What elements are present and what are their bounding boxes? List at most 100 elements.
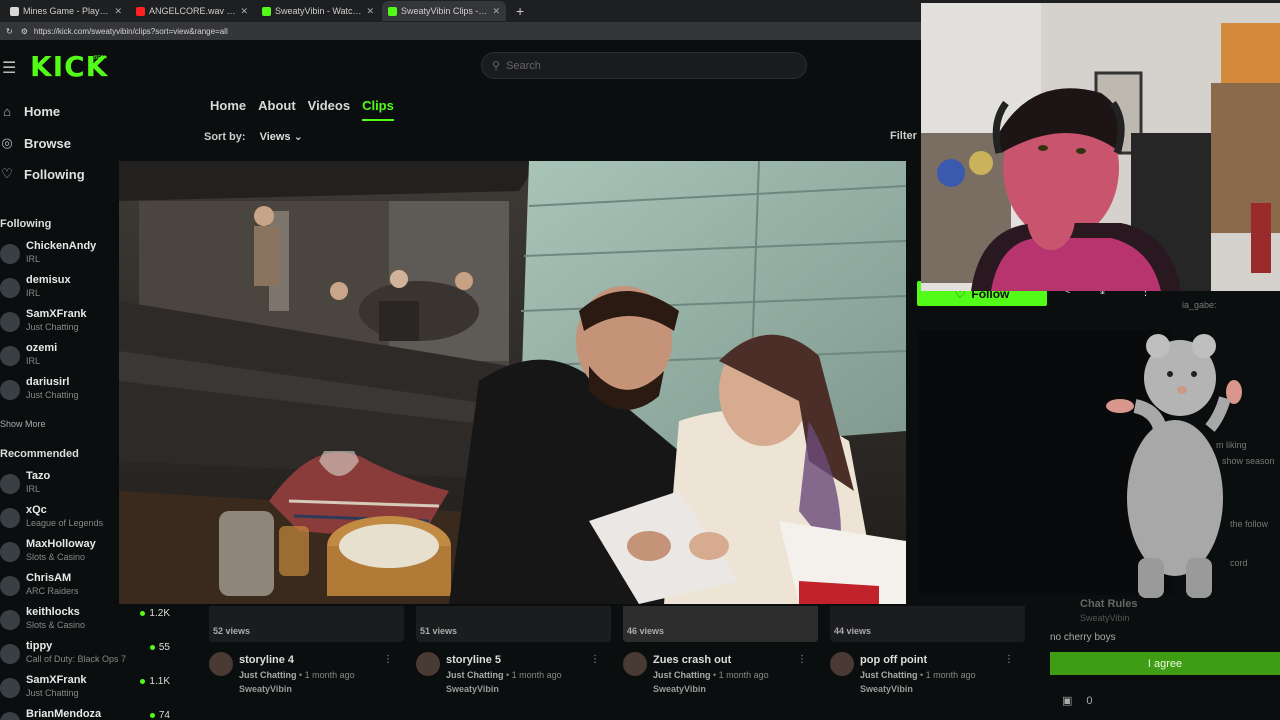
sidebar-item-following[interactable]: ♡ Following bbox=[0, 166, 84, 182]
avatar bbox=[0, 576, 20, 596]
webcam-frame bbox=[921, 3, 1280, 291]
search-input[interactable]: ⚲ Search bbox=[481, 52, 807, 79]
viewer-count: 55 bbox=[149, 642, 170, 653]
tab-title: SweatyVibin Clips - Watch Liv bbox=[401, 6, 489, 16]
tab-close-icon[interactable]: ✕ bbox=[366, 6, 374, 17]
channel-name: keithlocks bbox=[26, 606, 80, 618]
channel-item[interactable]: tippy Call of Duty: Black Ops 7 55 bbox=[0, 640, 180, 670]
sidebar-item-browse[interactable]: ◎ Browse bbox=[0, 135, 71, 151]
chevron-down-icon: ⌄ bbox=[293, 131, 303, 143]
video-player[interactable] bbox=[119, 161, 906, 604]
clip-thumbnail[interactable] bbox=[209, 606, 404, 642]
more-options-icon[interactable]: ⋮ bbox=[590, 654, 600, 665]
clip-thumbnail[interactable] bbox=[830, 606, 1025, 642]
clip-category: Just Chatting bbox=[446, 670, 504, 680]
clip-title[interactable]: pop off point bbox=[860, 654, 927, 666]
channel-category: IRL bbox=[26, 254, 41, 264]
avatar bbox=[0, 346, 20, 366]
clip-card[interactable]: 52 views storyline 4 Just Chatting • 1 m… bbox=[209, 606, 409, 716]
tab-clips[interactable]: Clips bbox=[362, 98, 394, 121]
clip-views: 46 views bbox=[627, 626, 665, 636]
clip-author[interactable]: SweatyVibin bbox=[239, 684, 292, 694]
avatar[interactable] bbox=[830, 652, 854, 676]
clip-category: Just Chatting bbox=[653, 670, 711, 680]
avatar bbox=[0, 508, 20, 528]
avatar bbox=[0, 678, 20, 698]
clip-age: 1 month ago bbox=[304, 670, 355, 680]
chat-fragment: ia_gabe: bbox=[1182, 300, 1217, 310]
browser-tab[interactable]: SweatyVibin - Watch the VOD on ✕ bbox=[256, 1, 380, 21]
omnibox[interactable]: ⚙ https://kick.com/sweatyvibin/clips?sor… bbox=[21, 27, 228, 36]
tab-title: SweatyVibin - Watch the VOD on bbox=[275, 6, 363, 16]
live-dot-icon bbox=[149, 713, 155, 718]
avatar[interactable] bbox=[623, 652, 647, 676]
filter-button[interactable]: Filter bbox=[890, 130, 917, 142]
clip-card[interactable]: 44 views pop off point Just Chatting • 1… bbox=[830, 606, 1030, 716]
channel-tabs: Home About Videos Clips bbox=[210, 98, 394, 121]
sort-value: Views bbox=[259, 131, 291, 143]
clip-meta: Just Chatting • 1 month ago bbox=[446, 670, 562, 680]
clip-author[interactable]: SweatyVibin bbox=[446, 684, 499, 694]
channel-name: SamXFrank bbox=[26, 308, 87, 320]
channel-item[interactable]: SamXFrank Just Chatting 1.1K bbox=[0, 674, 180, 704]
channel-item[interactable]: BrianMendoza 74 bbox=[0, 708, 180, 720]
clip-title[interactable]: storyline 4 bbox=[239, 654, 294, 666]
tab-close-icon[interactable]: ✕ bbox=[240, 6, 248, 17]
clip-thumbnail[interactable] bbox=[623, 606, 818, 642]
avatar bbox=[0, 474, 20, 494]
channel-name: xQc bbox=[26, 504, 47, 516]
tab-close-icon[interactable]: ✕ bbox=[492, 6, 500, 17]
sort-dropdown[interactable]: Views ⌄ bbox=[260, 130, 303, 143]
tab-videos[interactable]: Videos bbox=[308, 98, 350, 121]
avatar bbox=[0, 312, 20, 332]
tab-close-icon[interactable]: ✕ bbox=[114, 6, 122, 17]
tab-home[interactable]: Home bbox=[210, 98, 246, 121]
agree-button[interactable]: I agree bbox=[1050, 652, 1280, 675]
browser-tab[interactable]: Mines Game - Play Free Social Ca ✕ bbox=[4, 1, 128, 21]
browser-tab[interactable]: ANGELCORE.wav // playlist (vol.1) ✕ bbox=[130, 1, 254, 21]
gift-icon[interactable]: ▣ bbox=[1062, 694, 1072, 707]
clip-card[interactable]: 51 views storyline 5 Just Chatting • 1 m… bbox=[416, 606, 616, 716]
show-more-link[interactable]: Show More bbox=[0, 419, 46, 429]
logo-badge: BETA bbox=[94, 55, 107, 61]
search-placeholder: Search bbox=[506, 59, 541, 72]
channel-category: Just Chatting bbox=[26, 322, 79, 332]
browser-tab-active[interactable]: SweatyVibin Clips - Watch Liv ✕ bbox=[382, 1, 506, 21]
more-options-icon[interactable]: ⋮ bbox=[797, 654, 807, 665]
clip-thumbnail[interactable] bbox=[416, 606, 611, 642]
clip-card[interactable]: 46 views Zues crash out Just Chatting • … bbox=[623, 606, 823, 716]
reload-icon[interactable]: ↻ bbox=[6, 27, 13, 36]
clip-age: 1 month ago bbox=[718, 670, 769, 680]
tab-about[interactable]: About bbox=[258, 98, 296, 121]
channel-item[interactable]: keithlocks Slots & Casino 1.2K bbox=[0, 606, 180, 636]
url-text[interactable]: https://kick.com/sweatyvibin/clips?sort=… bbox=[34, 27, 228, 36]
clip-title[interactable]: Zues crash out bbox=[653, 654, 731, 666]
avatar[interactable] bbox=[209, 652, 233, 676]
clip-title[interactable]: storyline 5 bbox=[446, 654, 501, 666]
clip-author[interactable]: SweatyVibin bbox=[860, 684, 913, 694]
tab-favicon-icon bbox=[10, 6, 19, 16]
channel-name: dariusirl bbox=[26, 376, 70, 388]
avatar bbox=[0, 610, 20, 630]
sidebar-item-label: Home bbox=[24, 104, 61, 119]
menu-icon[interactable]: ☰ bbox=[2, 58, 16, 78]
channel-name: ChickenAndy bbox=[26, 240, 97, 252]
points-count: 0 bbox=[1086, 694, 1093, 707]
channel-name: ChrisAM bbox=[26, 572, 72, 584]
viewer-count: 1.1K bbox=[140, 676, 170, 687]
streamer-webcam bbox=[921, 3, 1280, 291]
tab-title: ANGELCORE.wav // playlist (vol.1) bbox=[149, 6, 236, 16]
avatar bbox=[0, 542, 20, 562]
clip-meta: Just Chatting • 1 month ago bbox=[860, 670, 976, 680]
video-frame bbox=[119, 161, 906, 604]
sidebar-item-home[interactable]: ⌂ Home bbox=[0, 104, 60, 119]
recommended-section-title: Recommended bbox=[0, 448, 79, 460]
clip-author[interactable]: SweatyVibin bbox=[653, 684, 706, 694]
avatar[interactable] bbox=[416, 652, 440, 676]
more-options-icon[interactable]: ⋮ bbox=[383, 654, 393, 665]
new-tab-button[interactable]: + bbox=[508, 3, 532, 19]
more-options-icon[interactable]: ⋮ bbox=[1004, 654, 1014, 665]
channel-category: ARC Raiders bbox=[26, 586, 79, 596]
site-info-icon[interactable]: ⚙ bbox=[21, 27, 28, 36]
chat-rule-text: no cherry boys bbox=[1050, 632, 1116, 643]
